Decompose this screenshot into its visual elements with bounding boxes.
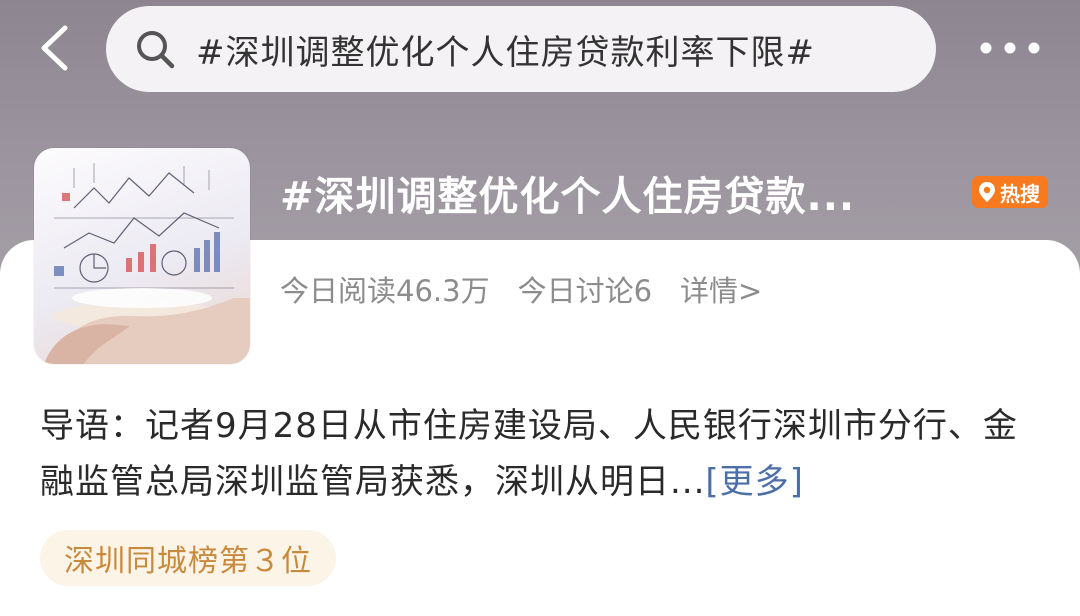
city-rank-label: 深圳同城榜第３位 [64,544,312,579]
topic-lead: 导语：记者9月28日从市住房建设局、人民银行深圳市分行、金融监管总局深圳监管局获… [40,398,1040,510]
today-discuss-count: 今日讨论6 [517,274,653,308]
lead-more-link[interactable]: [更多] [705,462,804,502]
lead-text: 导语：记者9月28日从市住房建设局、人民银行深圳市分行、金融监管总局深圳监管局获… [40,406,1018,502]
more-dots-icon [980,42,1040,54]
back-arrow-icon [41,25,68,71]
topic-thumbnail[interactable] [34,148,250,364]
today-read-count: 今日阅读46.3万 [280,274,490,308]
search-bar[interactable]: #深圳调整优化个人住房贷款利率下限# [106,6,936,92]
more-options-button[interactable] [976,26,1044,70]
hot-badge-label: 热搜 [1000,181,1040,206]
hot-badge: 热搜 [972,176,1048,208]
detail-link[interactable]: 详情> [680,268,762,310]
city-rank-tag[interactable]: 深圳同城榜第３位 [40,530,336,586]
location-pin-icon [976,181,998,203]
back-button[interactable] [28,22,80,74]
search-query: #深圳调整优化个人住房贷款利率下限# [196,32,815,73]
finance-illustration-image [44,163,250,364]
search-icon [132,26,178,72]
topic-stats: 今日阅读46.3万 今日讨论6 详情> [280,268,762,310]
topic-title[interactable]: #深圳调整优化个人住房贷款... [280,164,855,222]
